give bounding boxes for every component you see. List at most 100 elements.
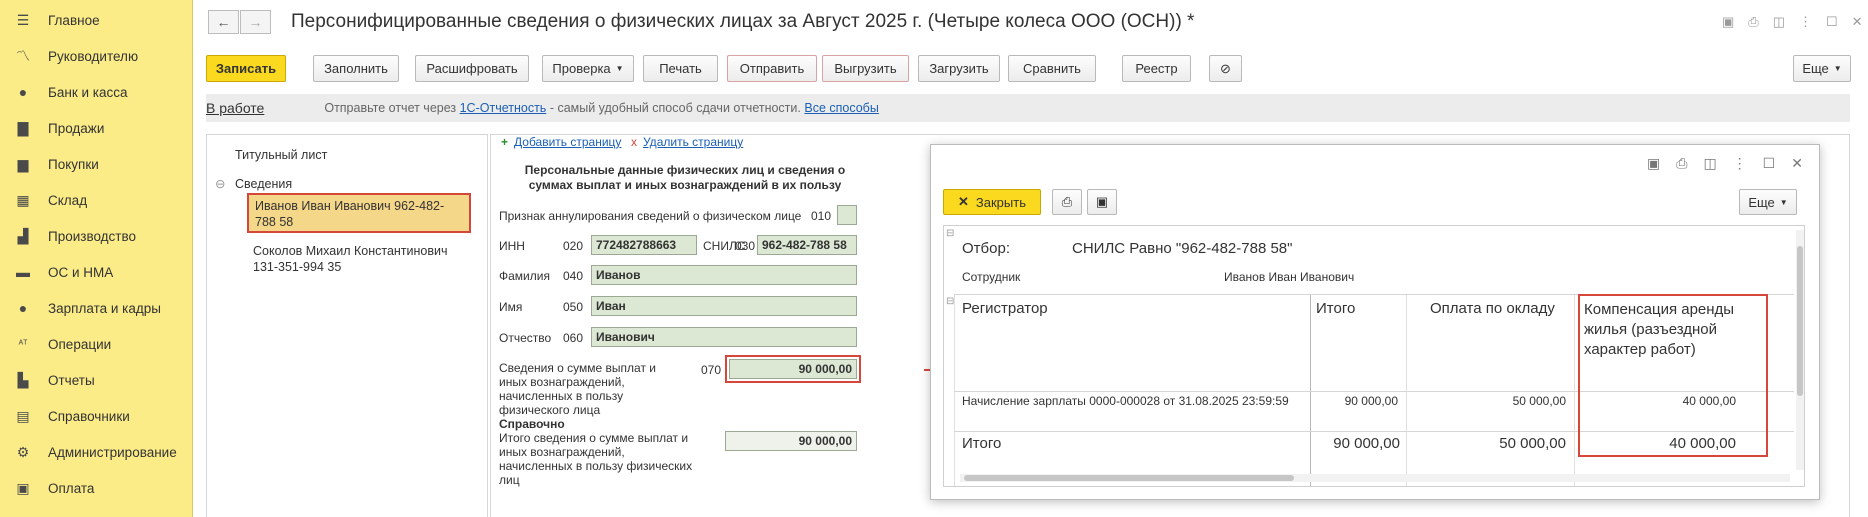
sidebar: ☰ Главное 〽 Руководителю ● Банк и касса ▇ Пр…: [0, 0, 193, 517]
bar-chart-icon: ▙: [17, 371, 29, 388]
sidebar-item-warehouse[interactable]: ▦ Склад: [0, 182, 192, 218]
firstname-label: Имя: [499, 300, 523, 314]
payments-code: 070: [701, 363, 722, 377]
print-button[interactable]: ⎙: [1052, 189, 1082, 215]
forward-button[interactable]: →: [240, 10, 271, 34]
sum-label: Итого: [962, 435, 1002, 452]
lastname-field[interactable]: Иванов: [591, 265, 857, 285]
row-total: 90 000,00: [1344, 394, 1398, 408]
book-icon: ▤: [16, 407, 30, 424]
close-icon[interactable]: ✕: [1791, 155, 1803, 172]
inn-code: 020: [563, 239, 584, 253]
filter-label: Отбор:: [962, 240, 1010, 257]
maximize-icon[interactable]: ☐: [1826, 14, 1838, 30]
sum-salary: 50 000,00: [1499, 435, 1566, 452]
delete-icon: x: [631, 135, 637, 149]
page-title: Персонифицированные сведения о физически…: [291, 11, 1195, 32]
wallet-icon: ▣: [16, 479, 30, 496]
print-button[interactable]: Печать: [643, 55, 718, 82]
close-icon[interactable]: ✕: [1852, 14, 1863, 30]
sidebar-item-bank[interactable]: ● Банк и касса: [0, 74, 192, 110]
tree-item-title-page[interactable]: Титульный лист: [235, 147, 327, 163]
patronymic-field[interactable]: Иванович: [591, 327, 857, 347]
group-collapse-icon[interactable]: ⊟: [946, 228, 954, 239]
lastname-code: 040: [563, 269, 584, 283]
filter-value: СНИЛС Равно "962-482-788 58": [1072, 240, 1293, 257]
print-icon[interactable]: ⎙: [1748, 14, 1758, 30]
send-button[interactable]: Отправить: [727, 55, 817, 82]
snils-code: 030: [735, 239, 756, 253]
decode-button[interactable]: Расшифровать: [415, 55, 529, 82]
sidebar-item-catalogs[interactable]: ▤ Справочники: [0, 398, 192, 434]
preview-icon[interactable]: ◫: [1773, 14, 1785, 30]
reference-field: 90 000,00: [725, 431, 857, 451]
link-all-methods[interactable]: Все способы: [804, 101, 878, 115]
payments-label: Сведения о сумме выплат и иных вознаграж…: [499, 361, 656, 417]
sidebar-item-salary[interactable]: ● Зарплата и кадры: [0, 290, 192, 326]
payments-highlight: [725, 355, 861, 383]
sidebar-item-purchases[interactable]: ▆ Покупки: [0, 146, 192, 182]
status-link[interactable]: В работе: [206, 100, 264, 116]
reference-title: Справочно: [499, 417, 565, 431]
check-dropdown-button[interactable]: Проверка ▼: [542, 55, 634, 82]
collapse-icon[interactable]: ⊖: [215, 176, 225, 192]
compare-button[interactable]: Сравнить: [1008, 55, 1096, 82]
sidebar-item-sales[interactable]: ▇ Продажи: [0, 110, 192, 146]
horizontal-scrollbar[interactable]: [960, 474, 1790, 482]
plus-icon: +: [501, 135, 509, 149]
gear-icon: ⚙: [16, 443, 30, 460]
row-document[interactable]: Начисление зарплаты 0000-000028 от 31.08…: [962, 394, 1302, 409]
link-1c-reporting[interactable]: 1С-Отчетность: [460, 101, 547, 115]
firstname-field[interactable]: Иван: [591, 296, 857, 316]
registry-button[interactable]: Реестр: [1122, 55, 1191, 82]
sidebar-item-director[interactable]: 〽 Руководителю: [0, 38, 192, 74]
more-vertical-icon[interactable]: ⋮: [1799, 14, 1812, 30]
sidebar-item-admin[interactable]: ⚙ Администрирование: [0, 434, 192, 470]
operations-icon: ᴬᵀ: [18, 338, 28, 350]
inn-label: ИНН: [499, 239, 525, 253]
patronymic-label: Отчество: [499, 331, 552, 345]
sidebar-item-payment[interactable]: ▣ Оплата: [0, 470, 192, 506]
lastname-label: Фамилия: [499, 269, 550, 283]
person-icon: ●: [18, 300, 28, 316]
sidebar-item-reports[interactable]: ▙ Отчеты: [0, 362, 192, 398]
attach-button[interactable]: ⊘: [1209, 55, 1242, 82]
sidebar-item-production[interactable]: ▟ Производство: [0, 218, 192, 254]
save-icon[interactable]: ▣: [1722, 14, 1734, 30]
save-button[interactable]: Записать: [206, 55, 286, 82]
add-page-link[interactable]: + Добавить страницу: [501, 135, 621, 149]
save-icon[interactable]: ▣: [1647, 155, 1660, 172]
column-header-registrar: Регистратор: [962, 300, 1048, 317]
maximize-icon[interactable]: ☐: [1763, 155, 1776, 172]
sidebar-item-assets[interactable]: ▬ ОС и НМА: [0, 254, 192, 290]
delete-page-link[interactable]: x Удалить страницу: [631, 135, 743, 149]
close-button[interactable]: ✕ Закрыть: [943, 189, 1041, 215]
back-button[interactable]: ←: [208, 10, 239, 34]
fill-button[interactable]: Заполнить: [313, 55, 399, 82]
column-header-total: Итого: [1316, 300, 1356, 317]
print-icon[interactable]: ⎙: [1676, 155, 1687, 172]
report-table: ⊟ Отбор: СНИЛС Равно "962-482-788 58" Со…: [943, 225, 1805, 487]
tree-item-section[interactable]: Сведения: [235, 176, 292, 192]
tree-item-person-selected[interactable]: Иванов Иван Иванович 962-482-788 58: [247, 193, 471, 233]
upload-button[interactable]: Выгрузить: [822, 55, 909, 82]
save-button[interactable]: ▣: [1087, 189, 1117, 215]
vertical-scrollbar[interactable]: [1796, 230, 1804, 470]
printer-icon: ⎙: [1061, 194, 1073, 209]
cancel-checkbox[interactable]: [837, 205, 857, 225]
title-bar: ← → Персонифицированные сведения о физич…: [194, 0, 1868, 46]
floppy-icon: ▣: [1095, 194, 1109, 209]
chart-line-icon: 〽: [16, 48, 30, 64]
tree-item-person[interactable]: Соколов Михаил Константинович 131-351-99…: [253, 243, 473, 275]
more-vertical-icon[interactable]: ⋮: [1733, 155, 1747, 172]
row-salary: 50 000,00: [1512, 394, 1566, 408]
more-button[interactable]: Еще ▼: [1793, 55, 1851, 82]
snils-field[interactable]: 962-482-788 58: [757, 235, 857, 255]
preview-icon[interactable]: ◫: [1703, 155, 1716, 172]
load-button[interactable]: Загрузить: [918, 55, 1000, 82]
firstname-code: 050: [563, 300, 584, 314]
more-button[interactable]: Еще ▼: [1739, 189, 1797, 215]
sidebar-item-operations[interactable]: ᴬᵀ Операции: [0, 326, 192, 362]
inn-field[interactable]: 772482788663: [591, 235, 697, 255]
sidebar-item-main[interactable]: ☰ Главное: [0, 2, 192, 38]
